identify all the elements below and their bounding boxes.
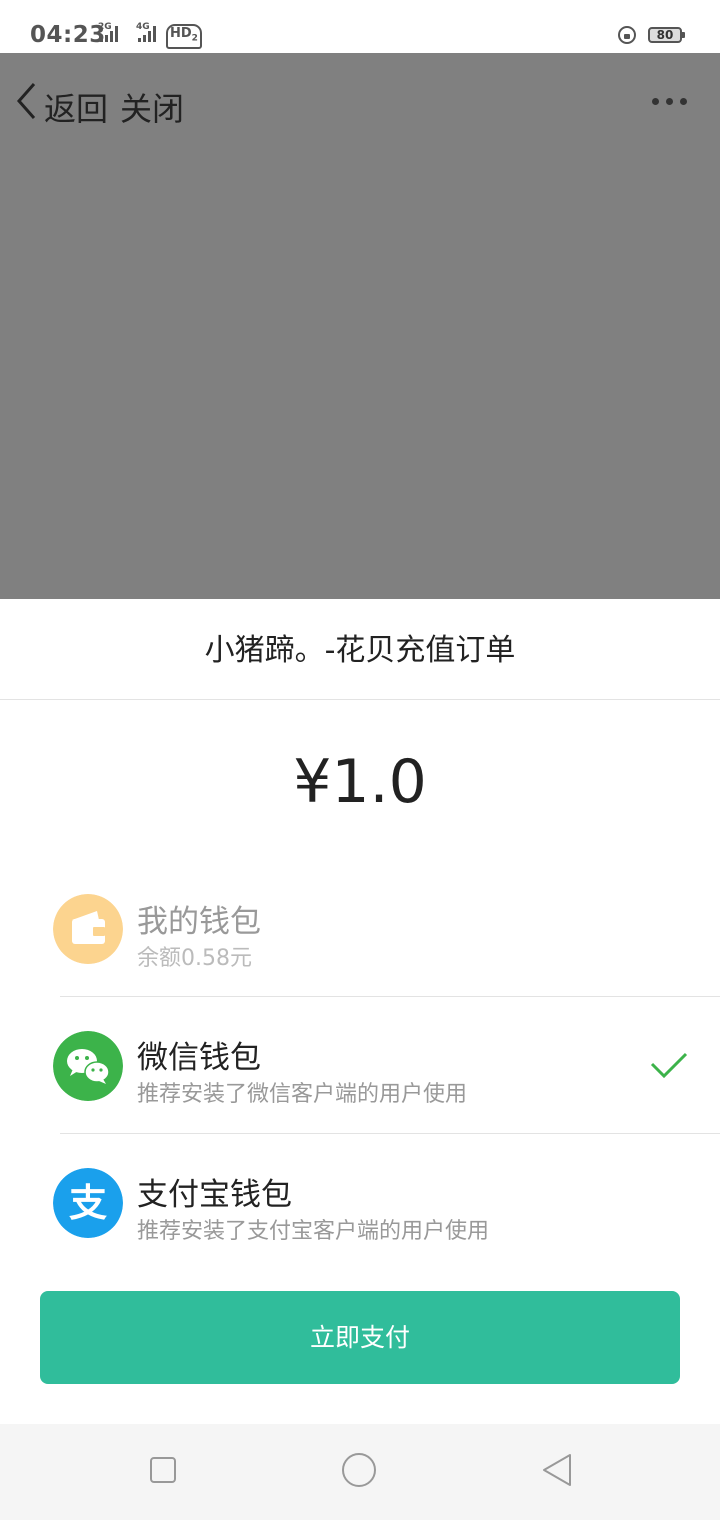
order-title: 小猪蹄。-花贝充值订单 bbox=[204, 633, 516, 668]
signal-icon-2 bbox=[138, 26, 156, 42]
hd-voice-icon: HD2 bbox=[166, 24, 202, 49]
option-desc: 余额0.58元 bbox=[137, 946, 252, 971]
checkmark-icon bbox=[650, 1052, 688, 1079]
back-chevron-icon[interactable] bbox=[14, 81, 44, 121]
option-desc: 推荐安装了支付宝客户端的用户使用 bbox=[137, 1219, 490, 1244]
pay-now-button[interactable]: 立即支付 bbox=[40, 1291, 680, 1384]
option-name: 我的钱包 bbox=[137, 904, 261, 940]
option-desc: 推荐安装了微信客户端的用户使用 bbox=[137, 1082, 468, 1107]
status-bar: 04:23 2G 4G HD2 80 bbox=[0, 0, 720, 53]
divider bbox=[60, 1133, 720, 1134]
alipay-icon: 支 bbox=[53, 1168, 123, 1238]
rotation-lock-icon bbox=[618, 26, 636, 44]
battery-icon: 80 bbox=[648, 27, 685, 43]
payment-option-alipay[interactable]: 支 支付宝钱包 推荐安装了支付宝客户端的用户使用 bbox=[0, 1137, 720, 1267]
wallet-icon bbox=[53, 894, 123, 964]
divider bbox=[0, 699, 720, 700]
webview-overlay[interactable]: 返回 关闭 bbox=[0, 53, 720, 599]
close-button[interactable]: 关闭 bbox=[120, 84, 184, 130]
status-time: 04:23 bbox=[30, 22, 106, 48]
payment-option-wallet[interactable]: 我的钱包 余额0.58元 bbox=[0, 864, 720, 994]
svg-text:支: 支 bbox=[69, 1181, 107, 1225]
divider bbox=[60, 996, 720, 997]
wechat-icon bbox=[53, 1031, 123, 1101]
more-icon[interactable] bbox=[652, 91, 692, 111]
option-name: 微信钱包 bbox=[137, 1040, 261, 1076]
order-amount: ¥1.0 bbox=[293, 747, 427, 817]
payment-option-wechat[interactable]: 微信钱包 推荐安装了微信客户端的用户使用 bbox=[0, 1000, 720, 1130]
back-button[interactable]: 返回 bbox=[44, 84, 108, 130]
recent-apps-icon[interactable] bbox=[150, 1457, 176, 1483]
home-icon[interactable] bbox=[342, 1453, 376, 1487]
system-nav-bar bbox=[0, 1424, 720, 1520]
option-name: 支付宝钱包 bbox=[137, 1177, 292, 1213]
back-triangle-icon[interactable] bbox=[540, 1452, 574, 1488]
signal-icon-1 bbox=[100, 26, 118, 42]
